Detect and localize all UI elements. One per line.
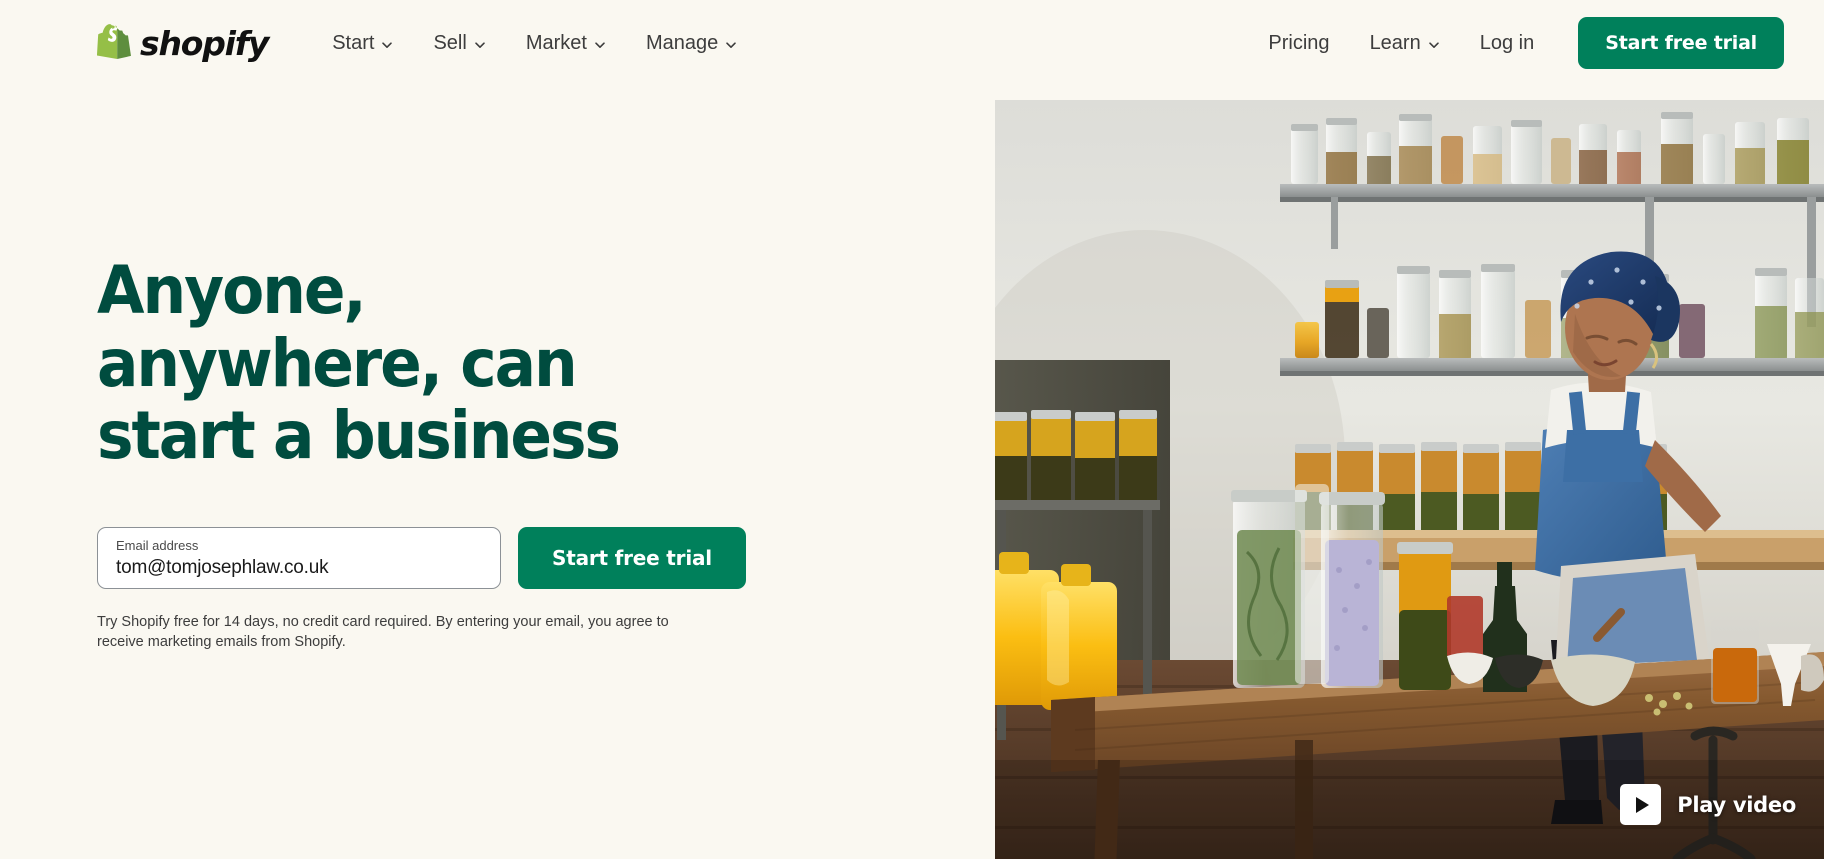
chevron-down-icon: [1428, 39, 1440, 51]
nav-label-market: Market: [525, 31, 587, 54]
email-field[interactable]: Email address: [97, 526, 501, 589]
nav-item-manage[interactable]: Manage: [626, 22, 757, 65]
nav-label-manage: Manage: [645, 31, 719, 54]
chevron-down-icon: [474, 39, 486, 51]
shopify-bag-logo-icon: [97, 24, 131, 62]
nav-item-start[interactable]: Start: [312, 22, 413, 65]
chevron-down-icon: [381, 39, 393, 51]
email-input[interactable]: [116, 555, 484, 580]
nav-label-start: Start: [332, 31, 375, 54]
nav-item-pricing[interactable]: Pricing: [1248, 22, 1349, 65]
headline-line-1: Anyone, anywhere, can: [97, 252, 578, 402]
headline-line-2: start a business: [97, 397, 621, 475]
site-header: shopify Start Sell Market Manage Pricing…: [0, 0, 1824, 86]
play-icon: [1620, 784, 1662, 825]
page-title: Anyone, anywhere, can start a business: [97, 252, 655, 475]
chevron-down-icon: [594, 39, 606, 51]
nav-label-learn: Learn: [1369, 31, 1421, 54]
nav-item-sell[interactable]: Sell: [413, 22, 505, 65]
hero-image: Play video: [995, 100, 1824, 859]
play-video-label: Play video: [1677, 792, 1796, 817]
header-start-free-trial-button[interactable]: Start free trial: [1578, 17, 1784, 69]
nav-item-login[interactable]: Log in: [1460, 22, 1555, 65]
play-video-button[interactable]: Play video: [1620, 784, 1796, 825]
primary-navigation: Start Sell Market Manage: [312, 22, 757, 65]
nav-label-login: Log in: [1479, 31, 1535, 54]
shopify-wordmark: shopify: [140, 23, 269, 63]
shopify-logo-link[interactable]: shopify: [97, 23, 269, 63]
nav-label-sell: Sell: [433, 31, 467, 54]
nav-item-learn[interactable]: Learn: [1350, 22, 1460, 65]
email-field-label: Email address: [116, 538, 199, 554]
nav-label-pricing: Pricing: [1268, 31, 1330, 54]
nav-item-market[interactable]: Market: [506, 22, 626, 65]
signup-form: Email address Start free trial: [97, 526, 817, 589]
hero-start-free-trial-button[interactable]: Start free trial: [518, 526, 746, 589]
signup-disclaimer: Try Shopify free for 14 days, no credit …: [97, 613, 669, 651]
chevron-down-icon: [725, 39, 737, 51]
hero-photo-illustration: [995, 100, 1824, 859]
secondary-navigation: Pricing Learn Log in Start free trial: [1248, 17, 1784, 69]
hero-content: Anyone, anywhere, can start a business E…: [97, 252, 817, 653]
